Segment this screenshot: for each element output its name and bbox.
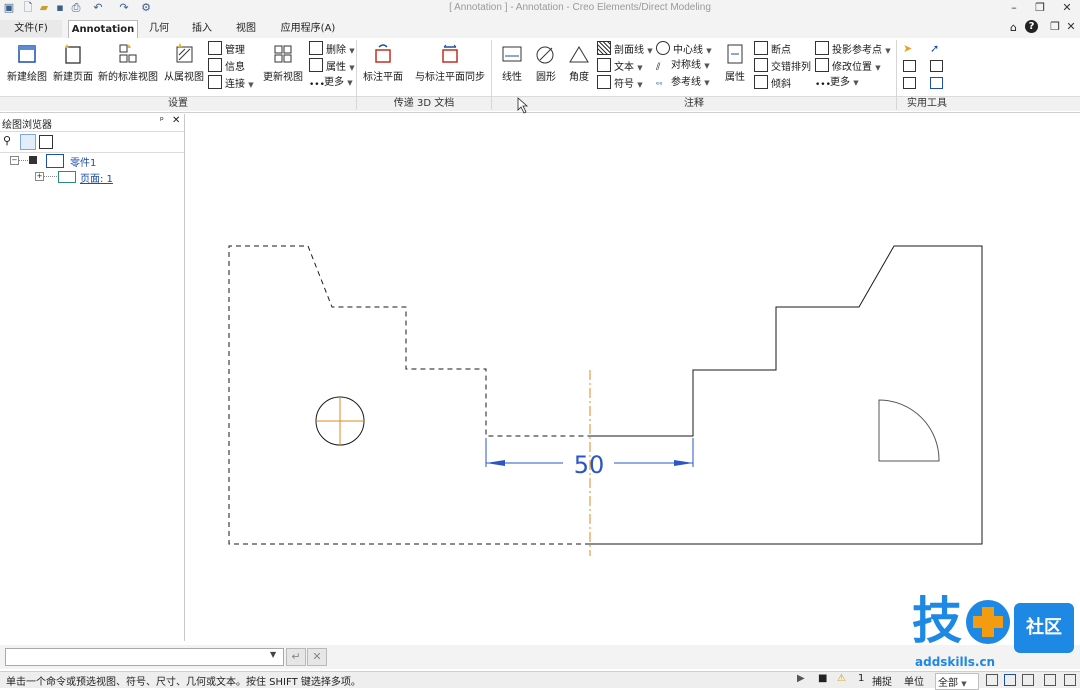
stop-icon[interactable]: ■	[818, 673, 827, 684]
dim-arrow-left	[486, 460, 505, 466]
watermark-plus-h	[973, 616, 1003, 628]
cancel-command-button[interactable]: ✕	[307, 648, 327, 666]
watermark-logo: 技	[912, 592, 962, 650]
drawing-svg: 50	[228, 97, 983, 556]
quarter-pocket[interactable]	[878, 399, 940, 462]
visible-outline[interactable]	[590, 245, 983, 545]
enter-button[interactable]: ↵	[286, 648, 306, 666]
warning-icon[interactable]: ⚠	[837, 673, 846, 684]
status-message: 单击一个命令或预选视图、符号、尺寸、几何或文本。按住 SHIFT 键选择多项。	[6, 677, 361, 688]
command-input[interactable]	[5, 648, 284, 666]
watermark-badge: 社区	[1014, 603, 1074, 653]
watermark-url: addskills.cn	[915, 655, 996, 669]
command-dropdown-icon[interactable]: ▼	[270, 650, 276, 659]
hidden-outline[interactable]	[228, 245, 590, 545]
play-icon[interactable]: ▶	[797, 673, 805, 684]
dim-arrow-right	[674, 460, 693, 466]
filter-value: 全部	[938, 678, 958, 689]
snap-button[interactable]: 捕捉	[872, 673, 892, 688]
filter-select[interactable]: 全部 ▼	[935, 673, 979, 690]
mouse-cursor-icon	[517, 97, 529, 114]
units-button[interactable]: 单位	[904, 673, 924, 688]
view-icon-2[interactable]	[1004, 674, 1016, 686]
view-icon-3[interactable]	[1022, 674, 1034, 686]
fit-view-icon[interactable]	[1044, 674, 1056, 686]
view-icon-1[interactable]	[986, 674, 998, 686]
status-count: 1	[858, 673, 865, 684]
zoom-icon[interactable]	[1064, 674, 1076, 686]
dim-value[interactable]: 50	[574, 451, 605, 479]
